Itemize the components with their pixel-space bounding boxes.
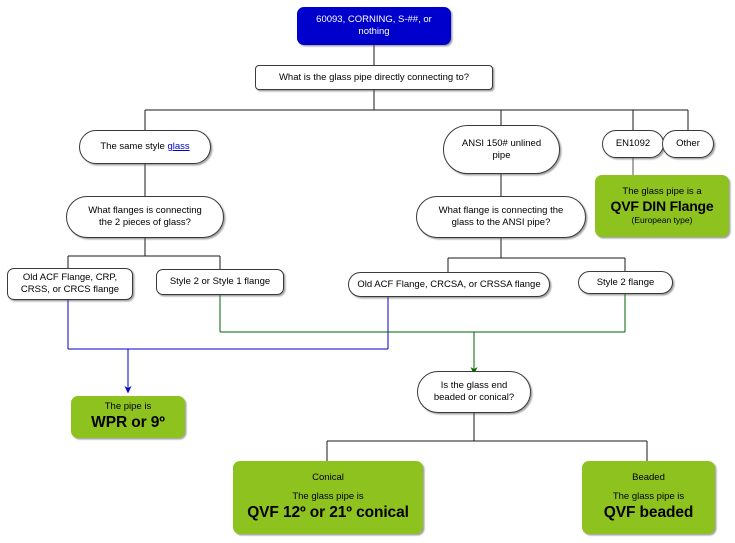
flange-old-acf-left-line1: Old ACF Flange, CRP, <box>22 272 118 284</box>
question-flange-ansi-line2: glass to the ANSI pipe? <box>451 217 551 228</box>
node-option-same-style-glass[interactable]: The same style glass <box>79 130 211 164</box>
result-din-line2: QVF DIN Flange <box>610 197 714 214</box>
glass-link[interactable]: glass <box>167 141 189 152</box>
option-other-label: Other <box>676 138 700 150</box>
result-conical-line2: QVF 12º or 21º conical <box>247 504 409 522</box>
result-beaded-label: Beaded <box>632 472 665 484</box>
start-line1: 60093, CORNING, S-##, or <box>316 14 432 26</box>
flange-style2-label: Style 2 flange <box>596 276 655 288</box>
node-flange-old-acf-crcsa-crssa[interactable]: Old ACF Flange, CRCSA, or CRSSA flange <box>348 272 550 297</box>
result-wpr-line1: The pipe is <box>104 401 152 413</box>
option-same-style-glass-label: The same style glass <box>100 141 189 153</box>
node-result-qvf-din-flange[interactable]: The glass pipe is a QVF DIN Flange (Euro… <box>595 175 729 237</box>
start-line2: nothing <box>358 26 390 37</box>
question-beaded-conical-line1: Is the glass end <box>440 380 508 392</box>
option-en1092-label: EN1092 <box>615 138 651 150</box>
node-option-other[interactable]: Other <box>662 130 714 158</box>
node-option-en1092[interactable]: EN1092 <box>602 130 664 158</box>
node-start[interactable]: 60093, CORNING, S-##, or nothing <box>297 7 451 45</box>
node-question-flange-ansi[interactable]: What flange is connecting the glass to t… <box>416 196 586 238</box>
question-beaded-conical-line2: beaded or conical? <box>433 392 515 403</box>
same-style-prefix: The same style <box>100 141 168 153</box>
node-result-wpr-or-9deg[interactable]: The pipe is WPR or 9º <box>71 396 185 438</box>
result-beaded-line1: The glass pipe is <box>612 491 685 503</box>
question-flanges-glass-line2: the 2 pieces of glass? <box>99 217 191 228</box>
node-question-flanges-glass[interactable]: What flanges is connecting the 2 pieces … <box>66 196 224 238</box>
node-flange-style-2-or-style-1[interactable]: Style 2 or Style 1 flange <box>156 269 284 295</box>
node-result-qvf-conical[interactable]: Conical The glass pipe is QVF 12º or 21º… <box>233 461 423 534</box>
result-din-line3: (European type) <box>631 215 693 226</box>
flange-old-acf-right-label: Old ACF Flange, CRCSA, or CRSSA flange <box>357 278 541 290</box>
node-flange-old-acf-crp-crss-crcs[interactable]: Old ACF Flange, CRP, CRSS, or CRCS flang… <box>7 268 133 300</box>
flowchart-canvas: 60093, CORNING, S-##, or nothing What is… <box>0 0 735 543</box>
result-beaded-line2: QVF beaded <box>603 504 694 522</box>
question-connecting-to-label: What is the glass pipe directly connecti… <box>278 71 470 83</box>
flange-old-acf-left-line2: CRSS, or CRCS flange <box>20 284 120 295</box>
flange-style21-label: Style 2 or Style 1 flange <box>169 276 271 288</box>
result-conical-line1: The glass pipe is <box>292 491 364 503</box>
result-conical-label: Conical <box>312 472 344 484</box>
node-question-connecting-to[interactable]: What is the glass pipe directly connecti… <box>255 65 493 90</box>
result-wpr-line2: WPR or 9º <box>91 414 165 432</box>
result-din-line1: The glass pipe is a <box>622 186 702 197</box>
node-result-qvf-beaded[interactable]: Beaded The glass pipe is QVF beaded <box>582 461 715 534</box>
node-option-ansi-pipe[interactable]: ANSI 150# unlined pipe <box>443 125 560 174</box>
question-flanges-glass-line1: What flanges is connecting <box>88 205 202 217</box>
option-ansi-line1: ANSI 150# unlined <box>461 137 542 149</box>
node-question-beaded-or-conical[interactable]: Is the glass end beaded or conical? <box>417 371 531 413</box>
option-ansi-line2: pipe <box>492 149 511 161</box>
question-flange-ansi-line1: What flange is connecting the <box>438 205 564 217</box>
node-flange-style-2[interactable]: Style 2 flange <box>578 271 673 294</box>
